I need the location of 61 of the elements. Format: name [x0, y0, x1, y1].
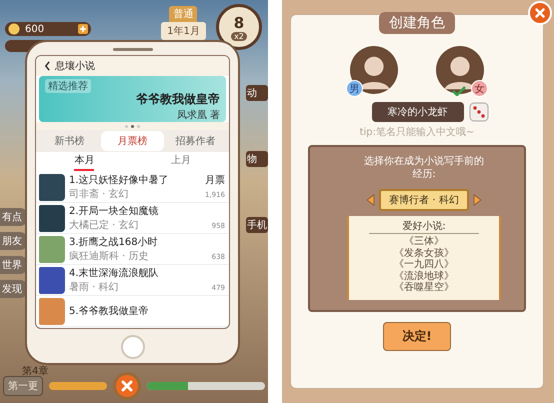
book-title: 3.折鹰之战168小时	[69, 236, 158, 249]
avatar-silhouette-icon	[436, 46, 484, 94]
coin-icon	[8, 23, 20, 35]
period-tab[interactable]: 本月	[74, 153, 94, 171]
side-menu-button[interactable]: 物	[246, 151, 268, 167]
featured-banner[interactable]: 精选推荐 爷爷教我做皇帝 凤求凰 著	[39, 76, 226, 122]
coin-amount: 600	[25, 24, 44, 34]
close-icon	[119, 378, 135, 394]
ranking-tab[interactable]: 招募作者	[164, 131, 227, 151]
book-row[interactable]: 5.爷爷教我做皇帝	[36, 296, 229, 327]
book-title: 1.这只妖怪好像中暑了	[69, 174, 169, 187]
novel-title: 《发条女孩》	[394, 248, 454, 258]
next-button[interactable]	[472, 194, 482, 206]
close-button[interactable]	[113, 372, 141, 400]
day-number: 8	[234, 14, 244, 32]
period-tab[interactable]: 上月	[170, 153, 191, 171]
novel-title: 《一九四八》	[394, 259, 454, 270]
ranking-tab[interactable]: 月票榜	[101, 131, 164, 151]
avatar-option[interactable]: 女	[436, 46, 484, 94]
banner-title: 爷爷教我做皇帝	[136, 91, 220, 108]
back-icon[interactable]	[44, 61, 51, 71]
dialog-title: 创建角色	[379, 12, 455, 34]
avatar-option[interactable]: 男	[350, 46, 398, 94]
book-title: 4.末世深海流浪舰队	[69, 266, 159, 280]
carousel-dot[interactable]	[125, 124, 128, 128]
avatar-silhouette-icon	[350, 46, 398, 94]
side-menu-button[interactable]: 手机	[246, 217, 268, 233]
update-button[interactable]: 第一更	[3, 376, 43, 396]
previous-button[interactable]	[366, 194, 376, 206]
chapter-label: 第4章	[22, 364, 48, 378]
column-header: 月票	[205, 174, 225, 187]
carousel-dot[interactable]	[131, 124, 134, 128]
gender-badge: 女	[471, 80, 488, 97]
app-title: 息壤小说	[55, 60, 95, 73]
confirm-button[interactable]: 决定!	[383, 322, 451, 350]
hint-text: tip:笔名只能输入中文哦~	[360, 126, 474, 139]
book-author-genre: 疯狂迪斯科 · 历史	[69, 250, 149, 263]
book-author-genre: 大橘已定 · 玄幻	[69, 218, 139, 232]
close-icon	[533, 6, 547, 20]
question-text: 选择你在成为小说写手前的经历:	[363, 155, 485, 181]
book-author-genre: 暑雨 · 科幻	[69, 280, 119, 294]
favorites-heading: 爱好小说:	[369, 219, 479, 234]
novel-title: 《三体》	[404, 236, 444, 248]
banner-author: 凤求凰 著	[176, 108, 220, 122]
pen-name-field[interactable]: 寒冷的小龙虾	[372, 102, 464, 122]
dice-icon[interactable]	[468, 102, 488, 122]
speed-button[interactable]: x2	[231, 32, 247, 40]
carousel-dot[interactable]	[137, 124, 140, 128]
novel-title: 《流浪地球》	[394, 270, 454, 282]
book-title: 2.开局一块全知魔镜	[69, 204, 159, 218]
side-menu-button[interactable]: 动	[246, 85, 268, 101]
book-author-genre: 司非斋 · 玄幻	[69, 188, 129, 201]
background-option: 赛博行者 · 科幻	[379, 189, 469, 211]
novel-title: 《吞噬星空》	[394, 282, 454, 294]
date-label: 1年1月	[161, 22, 206, 40]
energy-bar	[49, 382, 107, 390]
book-title: 5.爷爷教我做皇帝	[69, 304, 149, 318]
ranking-tab[interactable]: 新书榜	[38, 131, 101, 151]
add-icon[interactable]	[78, 24, 88, 34]
gender-badge: 男	[346, 80, 363, 97]
banner-tag: 精选推荐	[45, 79, 91, 93]
